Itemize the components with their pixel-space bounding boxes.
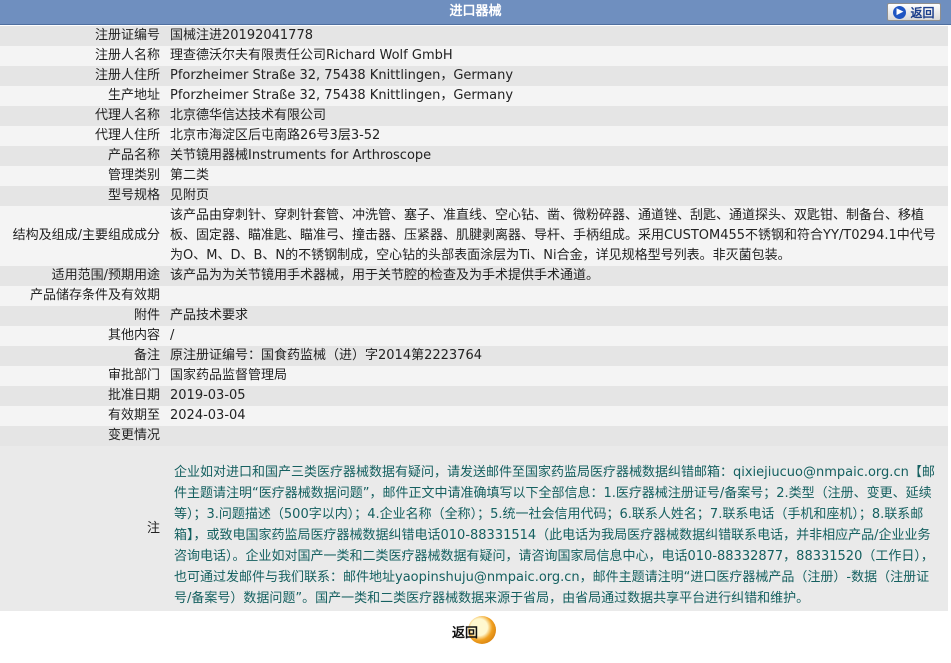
- arrow-right-icon: ▶: [893, 5, 907, 19]
- table-row: 生产地址 Pforzheimer Straße 32, 75438 Knittli…: [0, 86, 948, 106]
- field-value: /: [166, 326, 948, 346]
- field-value: 原注册证编号：国食药监械（进）字2014第2223764: [166, 346, 948, 366]
- footer: 返回: [0, 611, 951, 649]
- field-label: 注册人住所: [0, 66, 166, 86]
- field-label: 代理人住所: [0, 126, 166, 146]
- table-row: 适用范围/预期用途 该产品为为关节镜用手术器械，用于关节腔的检查及为手术提供手术通…: [0, 266, 948, 286]
- field-value: 国家药品监督管理局: [166, 366, 948, 386]
- field-label: 结构及组成/主要组成成分: [0, 206, 166, 266]
- notice-row: 注企业如对进口和国产三类医疗器械数据有疑问，请发送邮件至国家药监局医疗器械数据纠…: [0, 446, 948, 611]
- field-label: 型号规格: [0, 186, 166, 206]
- table-row: 产品名称 关节镜用器械Instruments for Arthroscope: [0, 146, 948, 166]
- table-row: 审批部门 国家药品监督管理局: [0, 366, 948, 386]
- field-value: 见附页: [166, 186, 948, 206]
- field-label: 其他内容: [0, 326, 166, 346]
- field-value: 北京德华信达技术有限公司: [166, 106, 948, 126]
- field-label: 有效期至: [0, 406, 166, 426]
- field-label: 管理类别: [0, 166, 166, 186]
- field-label: 产品储存条件及有效期: [0, 286, 166, 306]
- field-value: 该产品为为关节镜用手术器械，用于关节腔的检查及为手术提供手术通道。: [166, 266, 948, 286]
- field-value: 产品技术要求: [166, 306, 948, 326]
- table-row: 代理人名称 北京德华信达技术有限公司: [0, 106, 948, 126]
- notice-label: 注: [0, 446, 166, 611]
- field-value: 2019-03-05: [166, 386, 948, 406]
- title-bar: 进口器械 ▶ 返回: [0, 0, 951, 25]
- field-value: 第二类: [166, 166, 948, 186]
- field-value: 该产品由穿刺针、穿刺针套管、冲洗管、塞子、准直线、空心钻、凿、微粉碎器、通道锉、…: [166, 206, 948, 266]
- field-label: 附件: [0, 306, 166, 326]
- back-button-top-label: 返回: [910, 5, 935, 20]
- table-row: 批准日期 2019-03-05: [0, 386, 948, 406]
- field-label: 生产地址: [0, 86, 166, 106]
- table-row: 备注 原注册证编号：国食药监械（进）字2014第2223764: [0, 346, 948, 366]
- field-label: 备注: [0, 346, 166, 366]
- notice-text: 企业如对进口和国产三类医疗器械数据有疑问，请发送邮件至国家药监局医疗器械数据纠错…: [174, 465, 935, 606]
- table-row: 附件 产品技术要求: [0, 306, 948, 326]
- table-row: 有效期至 2024-03-04: [0, 406, 948, 426]
- field-value: 北京市海淀区后屯南路26号3层3-52: [166, 126, 948, 146]
- field-label: 适用范围/预期用途: [0, 266, 166, 286]
- field-label: 注册证编号: [0, 26, 166, 46]
- back-button-bottom-label: 返回: [452, 626, 479, 641]
- field-value: 国械注进20192041778: [166, 26, 948, 46]
- table-row: 结构及组成/主要组成成分 该产品由穿刺针、穿刺针套管、冲洗管、塞子、准直线、空心钻…: [0, 206, 948, 266]
- table-row: 产品储存条件及有效期: [0, 286, 948, 306]
- field-label: 变更情况: [0, 426, 166, 446]
- field-value: 关节镜用器械Instruments for Arthroscope: [166, 146, 948, 166]
- back-button-top[interactable]: ▶ 返回: [887, 3, 941, 21]
- table-row: 注册人名称 理查德沃尔夫有限责任公司Richard Wolf GmbH: [0, 46, 948, 66]
- table-row: 注册人住所 Pforzheimer Straße 32, 75438 Knittl…: [0, 66, 948, 86]
- field-label: 产品名称: [0, 146, 166, 166]
- registration-info-table: 注册证编号 国械注进20192041778 注册人名称 理查德沃尔夫有限责任公司Ric…: [0, 26, 948, 611]
- field-value: 理查德沃尔夫有限责任公司Richard Wolf GmbH: [166, 46, 948, 66]
- table-row: 变更情况: [0, 426, 948, 446]
- back-button-bottom[interactable]: 返回: [446, 616, 496, 644]
- field-value: Pforzheimer Straße 32, 75438 Knittlingen…: [166, 86, 948, 106]
- field-value: Pforzheimer Straße 32, 75438 Knittlingen…: [166, 66, 948, 86]
- field-label: 注册人名称: [0, 46, 166, 66]
- field-value: 2024-03-04: [166, 406, 948, 426]
- table-row: 注册证编号 国械注进20192041778: [0, 26, 948, 46]
- field-label: 代理人名称: [0, 106, 166, 126]
- page-title: 进口器械: [449, 4, 502, 19]
- field-label: 批准日期: [0, 386, 166, 406]
- table-row: 代理人住所 北京市海淀区后屯南路26号3层3-52: [0, 126, 948, 146]
- field-value: [166, 286, 948, 306]
- table-row: 型号规格 见附页: [0, 186, 948, 206]
- table-row: 管理类别 第二类: [0, 166, 948, 186]
- table-row: 其他内容 /: [0, 326, 948, 346]
- field-label: 审批部门: [0, 366, 166, 386]
- field-value: [166, 426, 948, 446]
